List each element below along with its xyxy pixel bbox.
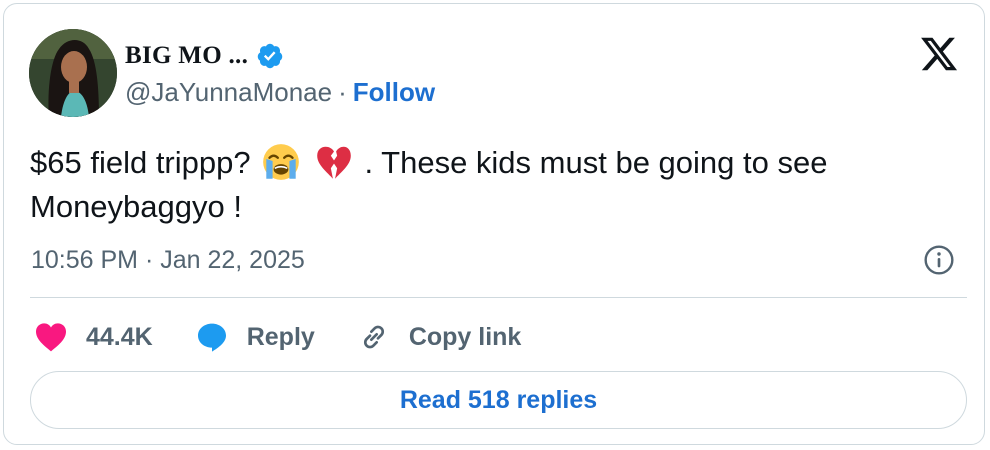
loudly-crying-face-emoji xyxy=(263,143,300,180)
author-display-name[interactable]: BIG MO ... xyxy=(125,42,248,70)
like-button[interactable]: 44.4K xyxy=(34,322,153,352)
tweet-text-part1: $65 field trippp? xyxy=(30,145,251,180)
read-replies-button[interactable]: Read 518 replies xyxy=(30,371,967,429)
tweet-timestamp[interactable]: 10:56 PM · Jan 22, 2025 xyxy=(31,246,305,275)
link-icon xyxy=(363,325,384,349)
author-name-row: BIG MO ... xyxy=(125,42,284,70)
avatar[interactable] xyxy=(29,29,117,117)
separator-dot: · xyxy=(338,77,347,107)
verified-badge-icon xyxy=(257,43,283,69)
copy-link-label: Copy link xyxy=(408,322,522,351)
tweet-text: $65 field trippp? . These kids must be g… xyxy=(30,141,960,229)
follow-button[interactable]: Follow xyxy=(353,77,435,108)
author-handle[interactable]: @JaYunnaMonae xyxy=(125,77,332,108)
broken-heart-emoji xyxy=(317,146,351,179)
read-replies-label: Read 518 replies xyxy=(399,385,598,414)
heart-icon xyxy=(36,323,66,352)
tweet-card: BIG MO ... @JaYunnaMonae · Follow $65 fi… xyxy=(3,3,985,445)
like-count: 44.4K xyxy=(86,322,153,351)
reply-button[interactable]: Reply xyxy=(195,321,315,353)
reply-label: Reply xyxy=(246,322,315,351)
info-icon[interactable] xyxy=(923,244,955,276)
x-logo-icon[interactable] xyxy=(918,34,960,74)
action-bar: 44.4K Reply Copy link xyxy=(34,320,563,354)
author-handle-row: @JaYunnaMonae · Follow xyxy=(125,77,435,108)
divider xyxy=(30,297,967,298)
copy-link-button[interactable]: Copy link xyxy=(357,321,522,353)
reply-bubble-icon xyxy=(197,323,226,352)
